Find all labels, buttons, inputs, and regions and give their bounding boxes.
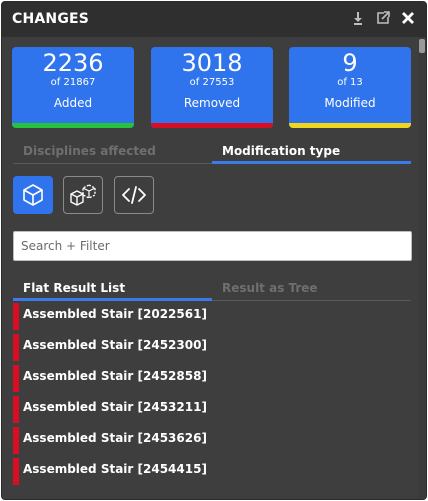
panel-header: CHANGES <box>2 2 426 37</box>
modified-label: Modified <box>324 96 376 110</box>
added-color-bar <box>12 123 134 128</box>
result-list: Assembled Stair [2022561] Assembled Stai… <box>13 301 412 487</box>
modified-color-bar <box>289 123 411 128</box>
change-type-stripe <box>13 334 19 361</box>
panel-title: CHANGES <box>12 11 90 27</box>
list-item[interactable]: Assembled Stair [2452300] <box>13 332 412 363</box>
list-item-label: Assembled Stair [2453626] <box>23 431 207 445</box>
header-actions <box>350 10 416 26</box>
code-icon <box>122 186 146 204</box>
tab-result-as-tree[interactable]: Result as Tree <box>212 279 411 301</box>
change-type-stripe <box>13 396 19 423</box>
removed-total: of 27553 <box>189 77 235 88</box>
list-item[interactable]: Assembled Stair [2022561] <box>13 301 412 332</box>
added-label: Added <box>53 96 93 110</box>
filter-parameter-button[interactable] <box>114 176 154 214</box>
added-card[interactable]: 2236 of 21867 Added <box>12 47 134 128</box>
list-item[interactable]: Assembled Stair [2454415] <box>13 456 412 487</box>
tab-flat-result-list[interactable]: Flat Result List <box>13 279 212 301</box>
modified-total: of 13 <box>337 77 363 88</box>
list-item-label: Assembled Stair [2452300] <box>23 338 207 352</box>
change-type-stripe <box>13 458 19 485</box>
list-item[interactable]: Assembled Stair [2453626] <box>13 425 412 456</box>
added-count: 2236 <box>42 49 104 77</box>
download-icon[interactable] <box>350 10 366 26</box>
popout-icon[interactable] <box>375 10 391 26</box>
added-total: of 21867 <box>50 77 96 88</box>
modified-card[interactable]: 9 of 13 Modified <box>289 47 411 128</box>
list-item[interactable]: Assembled Stair [2453211] <box>13 394 412 425</box>
close-icon[interactable] <box>400 10 416 26</box>
filter-geometry-button[interactable] <box>63 176 103 214</box>
removed-color-bar <box>151 123 273 128</box>
removed-label: Removed <box>183 96 241 110</box>
scrollbar[interactable] <box>418 37 426 499</box>
list-item-label: Assembled Stair [2453211] <box>23 400 207 414</box>
scrollbar-thumb[interactable] <box>419 39 425 53</box>
result-tabs: Flat Result List Result as Tree <box>13 279 411 301</box>
filter-element-button[interactable] <box>13 176 53 214</box>
change-type-stripe <box>13 303 19 330</box>
search-input[interactable] <box>13 231 412 261</box>
list-item-label: Assembled Stair [2454415] <box>23 462 207 476</box>
tab-modification-type[interactable]: Modification type <box>212 142 411 164</box>
list-item-label: Assembled Stair [2452858] <box>23 369 207 383</box>
modified-count: 9 <box>342 49 358 77</box>
view-tabs: Disciplines affected Modification type <box>13 142 411 164</box>
change-type-stripe <box>13 365 19 392</box>
list-item-label: Assembled Stair [2022561] <box>23 307 207 321</box>
cube-icon <box>23 184 43 206</box>
changes-panel: CHANGES 2236 of 21867 Added 3018 of 2755… <box>1 1 427 500</box>
removed-card[interactable]: 3018 of 27553 Removed <box>151 47 273 128</box>
cube-change-icon <box>70 184 96 206</box>
list-item[interactable]: Assembled Stair [2452858] <box>13 363 412 394</box>
removed-count: 3018 <box>181 49 243 77</box>
tab-disciplines-affected[interactable]: Disciplines affected <box>13 142 212 164</box>
change-type-stripe <box>13 427 19 454</box>
